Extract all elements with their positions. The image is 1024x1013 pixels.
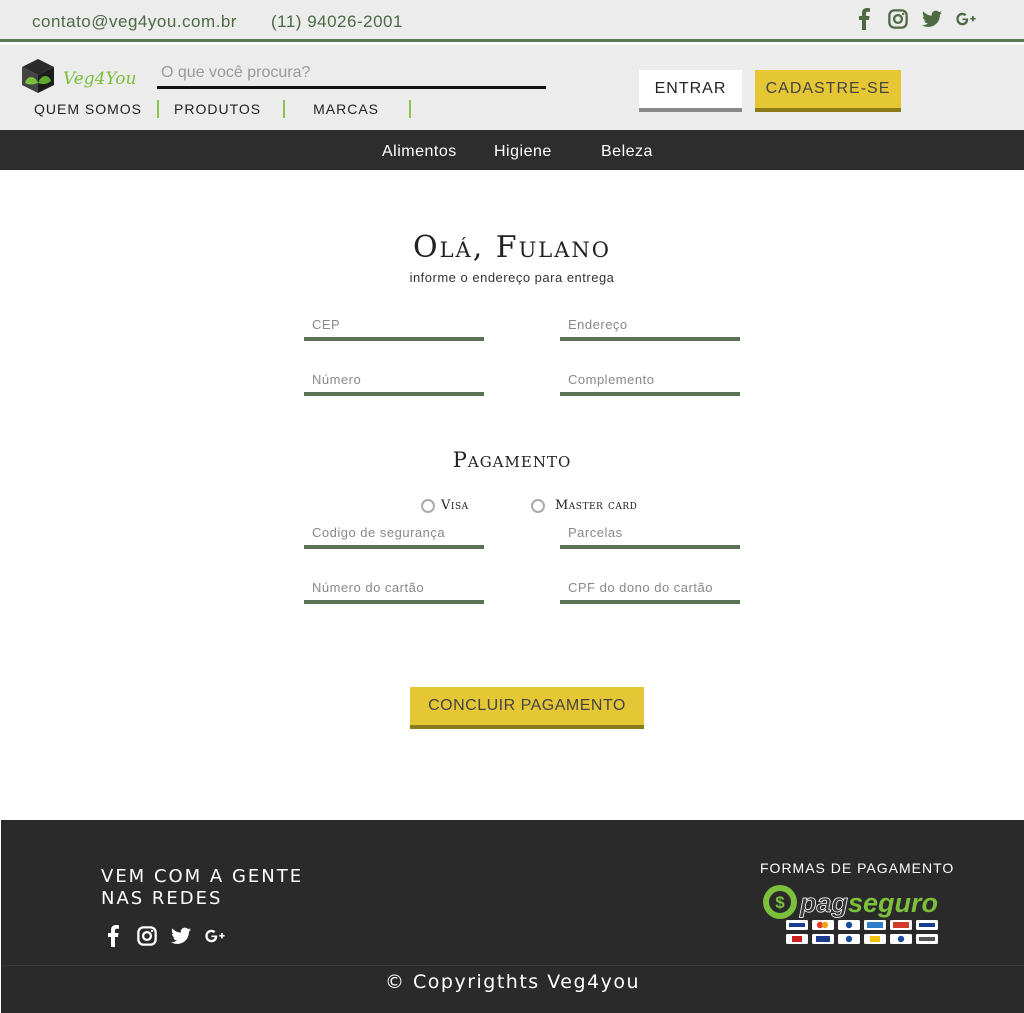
facebook-icon[interactable] xyxy=(854,7,874,31)
google-plus-icon[interactable] xyxy=(956,7,976,31)
nav-divider xyxy=(157,100,160,118)
footer-social-title: VEM COM A GENTE NAS REDES xyxy=(101,866,303,910)
card-number-field[interactable] xyxy=(304,574,484,604)
card-brand-badges xyxy=(786,920,938,944)
nav-item-quem-somos[interactable]: QUEM SOMOS xyxy=(34,100,142,118)
radio-label-mastercard: Master card xyxy=(555,498,638,513)
logo-box-icon xyxy=(22,59,54,93)
category-alimentos[interactable]: Alimentos xyxy=(382,143,457,161)
logo[interactable]: Veg4You xyxy=(19,57,136,95)
main-header: Veg4You QUEM SOMOS PRODUTOS MARCAS ENTRA… xyxy=(0,45,1024,130)
svg-text:seguro: seguro xyxy=(848,888,938,918)
number-field[interactable] xyxy=(304,366,484,396)
copyright-bar: © Copyrigthts Veg4you xyxy=(1,965,1024,1013)
twitter-icon[interactable] xyxy=(922,7,942,31)
top-social-links xyxy=(854,7,976,31)
cep-field[interactable] xyxy=(304,311,484,341)
nav-item-produtos[interactable]: PRODUTOS xyxy=(174,100,261,118)
brand-name: Veg4You xyxy=(63,69,137,89)
radio-button[interactable] xyxy=(421,498,435,513)
contact-email[interactable]: contato@veg4you.com.br xyxy=(32,12,237,32)
radio-button[interactable] xyxy=(531,498,545,513)
greeting-subtitle: informe o endereço para entrega xyxy=(409,270,615,285)
facebook-icon[interactable] xyxy=(103,924,123,948)
radio-visa[interactable]: Visa xyxy=(421,498,469,513)
instagram-icon[interactable] xyxy=(888,7,908,31)
top-contact-bar: contato@veg4you.com.br (11) 94026-2001 xyxy=(0,0,1024,42)
radio-mastercard[interactable]: Master card xyxy=(531,498,637,513)
google-plus-icon[interactable] xyxy=(205,924,225,948)
footer-social-links xyxy=(103,924,225,948)
category-higiene[interactable]: Higiene xyxy=(494,143,552,161)
category-beleza[interactable]: Beleza xyxy=(601,143,653,161)
installments-field[interactable] xyxy=(560,519,740,549)
login-button[interactable]: ENTRAR xyxy=(639,70,742,112)
pagseguro-logo: $ pag seguro xyxy=(760,884,942,953)
nav-divider xyxy=(409,100,412,118)
address-field[interactable] xyxy=(560,311,740,341)
category-bar: Alimentos Higiene Beleza xyxy=(0,130,1024,170)
copyright-text: © Copyrigthts Veg4you xyxy=(384,971,641,993)
contact-phone: (11) 94026-2001 xyxy=(271,12,403,31)
signup-button[interactable]: CADASTRE-SE xyxy=(755,70,901,112)
footer: VEM COM A GENTE NAS REDES FORMAS DE PAGA… xyxy=(1,820,1024,965)
cardholder-cpf-field[interactable] xyxy=(560,574,740,604)
nav-divider xyxy=(283,100,286,118)
instagram-icon[interactable] xyxy=(137,924,157,948)
radio-label-visa: Visa xyxy=(441,498,469,513)
svg-text:$: $ xyxy=(775,893,785,912)
footer-social-title-line1: VEM COM A GENTE xyxy=(101,866,304,887)
payment-methods-title: FORMAS DE PAGAMENTO xyxy=(760,860,955,876)
greeting-title: Olá, Fulano xyxy=(413,230,611,265)
complete-payment-button[interactable]: CONCLUIR PAGAMENTO xyxy=(410,687,644,729)
footer-social-title-line2: NAS REDES xyxy=(101,888,223,909)
payment-title: Pagamento xyxy=(452,448,572,472)
nav-item-marcas[interactable]: MARCAS xyxy=(313,100,379,118)
security-code-field[interactable] xyxy=(304,519,484,549)
search-input[interactable] xyxy=(157,59,546,89)
svg-text:pag: pag xyxy=(799,888,849,918)
complement-field[interactable] xyxy=(560,366,740,396)
main-nav: QUEM SOMOS PRODUTOS MARCAS xyxy=(34,100,426,118)
twitter-icon[interactable] xyxy=(171,924,191,948)
